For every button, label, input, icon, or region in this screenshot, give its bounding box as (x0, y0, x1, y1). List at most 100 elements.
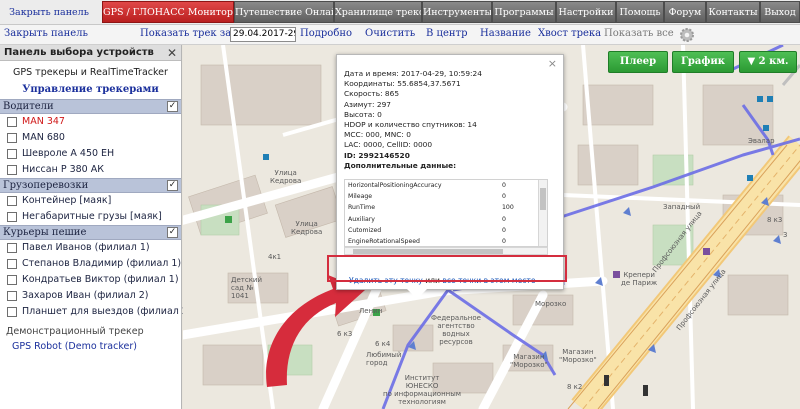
table-value: 0 (502, 237, 506, 245)
nav-gps-monitoring[interactable]: GPS / ГЛОНАСС Мониторинг (102, 1, 234, 23)
nav-travel-online[interactable]: Путешествие Онлайн (234, 1, 334, 23)
list-item[interactable]: Планшет для выездов (филиал 2) (0, 304, 192, 320)
nav-settings[interactable]: Настройки (556, 1, 616, 23)
checkbox[interactable] (7, 165, 17, 175)
device-label: Шевроле А 450 ЕН (22, 148, 115, 159)
street-label: Улица Кедрова (291, 220, 323, 236)
table-key: HorizontalPositioningAccuracy (348, 182, 442, 189)
device-label: Ниссан Р 380 АК (22, 164, 104, 175)
building-label: Детский сад № 1041 (231, 276, 263, 300)
name-link[interactable]: Название (480, 28, 531, 39)
device-label: Захаров Иван (филиал 2) (22, 290, 149, 301)
checkbox[interactable] (7, 291, 17, 301)
lac-text: LAC: 0000, CellID: 0000 (344, 140, 433, 150)
list-item[interactable]: Контейнер [маяк] (0, 193, 181, 209)
list-item[interactable]: Негабаритные грузы [маяк] (0, 209, 181, 225)
device-panel: Панель выбора устройств ✕ GPS трекеры и … (0, 45, 192, 409)
close-panel-link[interactable]: Закрыть панель (4, 28, 88, 39)
checkbox[interactable] (7, 196, 17, 206)
house-number: 3 (783, 231, 788, 239)
group-drivers[interactable]: Водители ✓ (0, 99, 181, 114)
demo-tracker-link[interactable]: GPS Robot (Demo tracker) (0, 339, 181, 354)
datetime-text: Дата и время: 2017-04-29, 10:59:24 (344, 69, 482, 78)
id-text: ID: 2992146520 (344, 150, 410, 160)
map-view[interactable]: Улица Кедрова Улица Кедрова Детский сад … (183, 45, 800, 409)
table-row: RunTime 100 (345, 202, 547, 213)
vertical-scrollbar[interactable] (538, 180, 547, 246)
speed-select-button[interactable]: ▼ 2 км. (739, 51, 797, 73)
demo-tracker-header: Демонстрационный трекер (6, 326, 144, 337)
group-checkbox[interactable]: ✓ (167, 227, 178, 238)
table-value: 0 (502, 182, 506, 189)
nav-track-storage[interactable]: Хранилище треков (334, 1, 422, 23)
table-value: 0 (502, 226, 506, 234)
list-item[interactable]: Шевроле А 450 ЕН (0, 146, 181, 162)
checkbox[interactable] (7, 307, 17, 317)
checkbox[interactable] (7, 212, 17, 222)
table-row: Auxiliary 0 (345, 214, 547, 225)
list-item[interactable]: MAN 347 (0, 114, 181, 130)
nav-forum[interactable]: Форум (664, 1, 706, 23)
top-navigation: Закрыть панель GPS / ГЛОНАСС Мониторинг … (0, 0, 800, 25)
detailed-link[interactable]: Подробно (300, 28, 352, 39)
list-item[interactable]: Павел Иванов (филиал 1) (0, 240, 181, 256)
house-number: 4к1 (268, 253, 282, 261)
nav-close-panel[interactable]: Закрыть панель (0, 1, 98, 23)
poi-label: Морозко (535, 300, 567, 308)
checkbox[interactable] (7, 275, 17, 285)
list-item[interactable]: Степанов Владимир (филиал 1) (0, 256, 181, 272)
table-key: EngineRotationalSpeed (348, 237, 420, 245)
group-checkbox[interactable]: ✓ (167, 101, 178, 112)
checkbox[interactable] (7, 149, 17, 159)
group-checkbox[interactable]: ✓ (167, 180, 178, 191)
list-item[interactable]: Ниссан Р 380 АК (0, 162, 181, 178)
list-item[interactable]: Кондратьев Виктор (филиал 1) (0, 272, 181, 288)
house-number: 6 к4 (375, 340, 391, 348)
table-key: Mileage (348, 193, 373, 201)
mcc-text: MCC: 000, MNC: 0 (344, 130, 411, 140)
nav-contacts[interactable]: Контакты (706, 1, 760, 23)
scrollbar-thumb[interactable] (353, 249, 503, 254)
street-label: Улица Кедрова (270, 169, 302, 185)
manage-trackers-link[interactable]: Управление трекерами (0, 84, 181, 95)
show-track-label: Показать трек за (140, 28, 232, 39)
checkbox[interactable] (7, 243, 17, 253)
poi-label: Любимый город (366, 351, 402, 367)
center-link[interactable]: В центр (426, 28, 467, 39)
horizontal-scrollbar[interactable] (344, 247, 548, 255)
extra-data-header: Дополнительные данные: (344, 160, 457, 170)
group-cargo[interactable]: Грузоперевозки ✓ (0, 178, 181, 193)
graph-button[interactable]: График (672, 51, 734, 73)
close-icon[interactable]: ✕ (167, 45, 177, 61)
checkbox[interactable] (7, 117, 17, 127)
group-label: Водители (3, 101, 54, 112)
show-all-link[interactable]: Показать все (604, 28, 674, 39)
house-number: 8 к3 (767, 216, 783, 224)
gear-icon[interactable] (678, 26, 696, 44)
checkbox[interactable] (7, 259, 17, 269)
nav-help[interactable]: Помощь (616, 1, 664, 23)
hdop-text: HDOP и количество спутников: 14 (344, 120, 477, 130)
scrollbar-thumb[interactable] (540, 188, 546, 210)
clear-link[interactable]: Очистить (365, 28, 415, 39)
device-label: Кондратьев Виктор (филиал 1) (22, 274, 179, 285)
track-date-input[interactable]: 29.04.2017-29.0 (230, 27, 296, 42)
group-couriers[interactable]: Курьеры пешие ✓ (0, 225, 181, 240)
checkbox[interactable] (7, 133, 17, 143)
nav-programs[interactable]: Программы (492, 1, 556, 23)
building-label: Ленин (359, 307, 383, 315)
nav-logout[interactable]: Выход (760, 1, 800, 23)
azimuth-text: Азимут: 297 (344, 99, 391, 109)
device-panel-header: Панель выбора устройств ✕ (0, 45, 181, 61)
poi-label: Крепери де Париж (621, 271, 658, 287)
altitude-text: Высота: 0 (344, 109, 382, 119)
poi-label: Магазин "Морозко" (559, 348, 597, 364)
list-item[interactable]: MAN 680 (0, 130, 181, 146)
nav-tools[interactable]: Инструменты (422, 1, 492, 23)
extra-data-table[interactable]: HorizontalPositioningAccuracy 0 Mileage 0 … (344, 179, 548, 247)
close-icon[interactable]: × (548, 57, 557, 70)
track-tail-link[interactable]: Хвост трека (538, 28, 601, 39)
player-button[interactable]: Плеер (608, 51, 668, 73)
house-number: 8 к2 (567, 383, 583, 391)
list-item[interactable]: Захаров Иван (филиал 2) (0, 288, 181, 304)
